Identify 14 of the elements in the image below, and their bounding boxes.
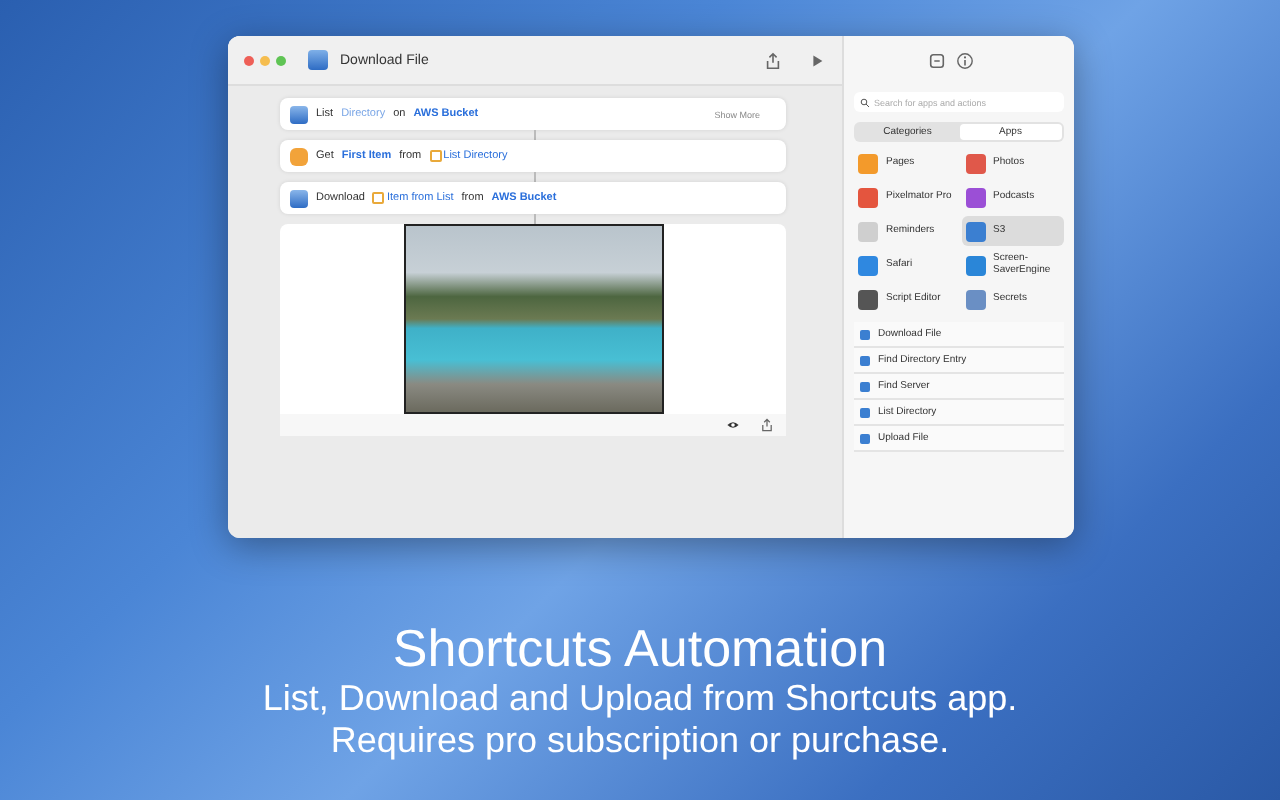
bucket-icon bbox=[290, 189, 308, 207]
library-icon[interactable] bbox=[928, 51, 946, 69]
bucket-icon bbox=[290, 105, 308, 123]
info-icon[interactable] bbox=[956, 51, 974, 69]
eye-icon[interactable] bbox=[726, 418, 740, 432]
caption-title: Shortcuts Automation bbox=[390, 618, 890, 678]
close-button[interactable] bbox=[244, 55, 254, 65]
shortcut-icon bbox=[308, 50, 328, 70]
play-icon[interactable] bbox=[808, 51, 826, 69]
share-icon[interactable] bbox=[764, 51, 782, 69]
caption-text: List, Download and Upload from Shortcuts app. bbox=[260, 678, 1020, 720]
caption-text: Requires pro subscription or purchase. bbox=[328, 720, 952, 762]
search-icon bbox=[860, 97, 870, 107]
share-icon[interactable] bbox=[760, 418, 774, 432]
